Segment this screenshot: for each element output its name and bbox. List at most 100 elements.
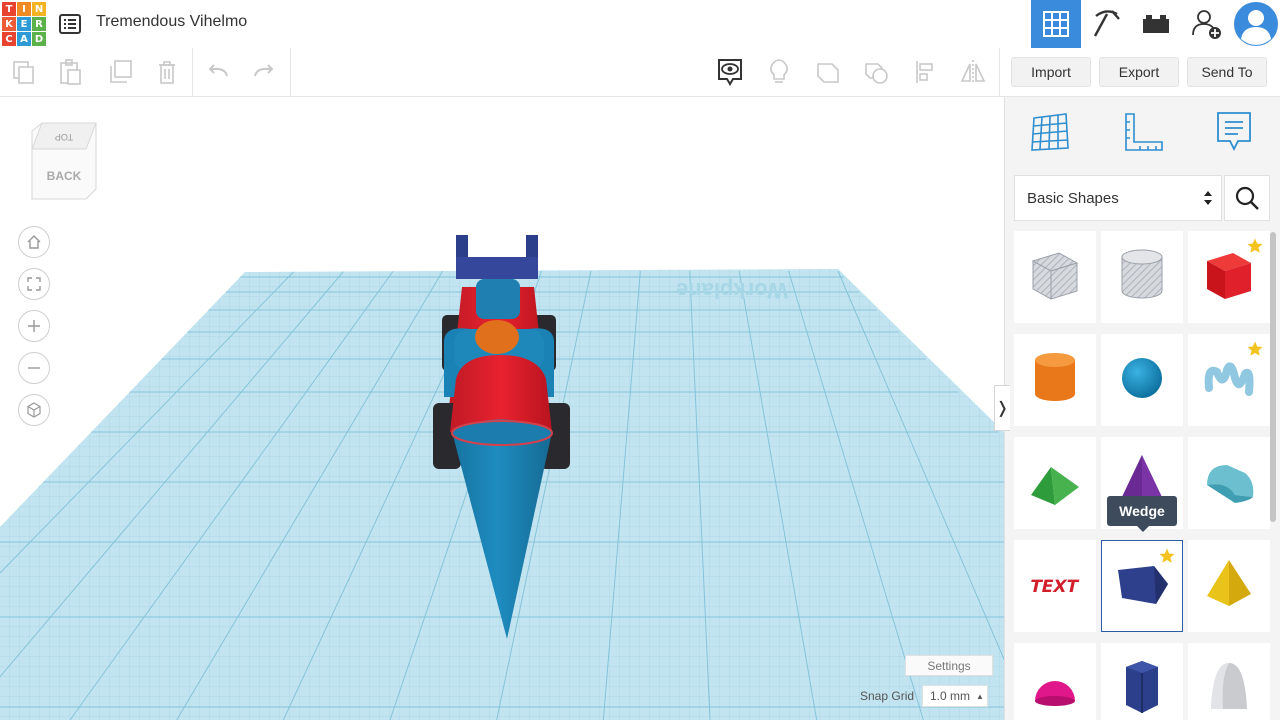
workplane-icon <box>1031 113 1069 151</box>
shape-tile-paraboloid[interactable] <box>1188 643 1270 720</box>
shape-search-button[interactable] <box>1224 175 1270 221</box>
round-roof-icon <box>1199 451 1259 516</box>
delete-button[interactable] <box>151 56 183 88</box>
edit-toolbar: Import Export Send To <box>0 48 1280 97</box>
project-title[interactable]: Tremendous Vihelmo <box>96 13 247 31</box>
zoom-in-button[interactable] <box>18 310 50 342</box>
favorite-star-icon[interactable] <box>1158 547 1176 565</box>
shapes-panel: Basic Shapes TEXT <box>1004 97 1280 720</box>
shape-tile-box[interactable] <box>1188 231 1270 323</box>
shape-tile-polygon[interactable] <box>1101 643 1183 720</box>
cylinder-hole-icon <box>1112 245 1172 310</box>
shape-tile-text[interactable]: TEXT <box>1014 540 1096 632</box>
logo-letter: E <box>17 17 31 31</box>
notes-tool-button[interactable] <box>1209 107 1259 157</box>
shape-tile-scribble[interactable] <box>1188 334 1270 426</box>
updown-caret-icon <box>1204 191 1212 205</box>
shape-tile-pyramid[interactable] <box>1188 540 1270 632</box>
caret-up-icon: ▲ <box>976 691 984 701</box>
copy-button[interactable] <box>8 56 40 88</box>
copy-icon <box>13 61 34 84</box>
shape-tile-box-hole[interactable] <box>1014 231 1096 323</box>
half-sphere-icon <box>1025 657 1085 720</box>
note-icon <box>1217 112 1251 152</box>
notes-visibility-button[interactable] <box>714 56 746 88</box>
sphere-icon <box>1112 348 1172 413</box>
invite-people-button[interactable] <box>1181 0 1231 48</box>
3d-viewport[interactable]: Workplane TOP BACK Settings Snap Grid 1.… <box>0 97 1004 720</box>
ruler-icon <box>1125 113 1163 151</box>
shape-tile-half-sphere[interactable] <box>1014 643 1096 720</box>
add-person-icon <box>1192 10 1221 39</box>
workplane-tool-button[interactable] <box>1025 107 1075 157</box>
import-button[interactable]: Import <box>1011 57 1091 87</box>
eye-bubble-icon <box>718 59 742 86</box>
settings-button[interactable]: Settings <box>905 655 993 676</box>
fit-icon <box>27 277 41 291</box>
plus-icon <box>28 320 40 332</box>
lightbulb-icon <box>770 59 788 83</box>
bricks-icon <box>1143 15 1169 33</box>
tinkercad-logo[interactable]: TIN KER CAD <box>2 2 46 46</box>
panel-scrollbar[interactable] <box>1270 232 1276 522</box>
redo-icon <box>254 64 274 77</box>
roof-icon <box>1025 451 1085 516</box>
cube-outline-icon <box>27 402 41 418</box>
view-cube-face-label: BACK <box>47 169 82 183</box>
mirror-button[interactable] <box>957 56 989 88</box>
shape-tile-round-roof[interactable] <box>1188 437 1270 529</box>
user-profile-button[interactable] <box>1231 0 1280 48</box>
view-cube[interactable]: TOP BACK <box>28 119 100 203</box>
design-list-icon[interactable] <box>58 12 82 36</box>
send-to-button[interactable]: Send To <box>1187 57 1267 87</box>
perspective-button[interactable] <box>18 394 50 426</box>
fit-view-button[interactable] <box>18 268 50 300</box>
shape-tile-sphere[interactable] <box>1101 334 1183 426</box>
align-button[interactable] <box>910 56 942 88</box>
logo-letter: N <box>32 2 46 16</box>
shape-category-select[interactable]: Basic Shapes <box>1014 175 1222 221</box>
3d-design-button[interactable] <box>1031 0 1081 48</box>
home-view-button[interactable] <box>18 226 50 258</box>
logo-letter: K <box>2 17 16 31</box>
duplicate-button[interactable] <box>104 56 136 88</box>
view-cube-top-label: TOP <box>55 132 73 142</box>
text-icon: TEXT <box>1025 554 1085 619</box>
undo-button[interactable] <box>202 56 234 88</box>
avatar-icon <box>1234 2 1278 46</box>
paste-button[interactable] <box>54 56 86 88</box>
minus-icon <box>28 367 40 369</box>
shape-tile-roof[interactable] <box>1014 437 1096 529</box>
export-button[interactable]: Export <box>1099 57 1179 87</box>
snap-grid-select[interactable]: 1.0 mm ▲ <box>922 685 988 707</box>
logo-letter: C <box>2 32 16 46</box>
logo-letter: A <box>17 32 31 46</box>
zoom-out-button[interactable] <box>18 352 50 384</box>
undo-icon <box>208 64 228 77</box>
favorite-star-icon[interactable] <box>1246 237 1264 255</box>
redo-button[interactable] <box>248 56 280 88</box>
workplane-scene[interactable]: Workplane <box>0 97 1004 720</box>
note-light-button[interactable] <box>763 56 795 88</box>
svg-text:TEXT: TEXT <box>1028 577 1080 597</box>
shape-tile-wedge[interactable] <box>1101 540 1183 632</box>
box-hole-icon <box>1025 245 1085 310</box>
ruler-tool-button[interactable] <box>1117 107 1167 157</box>
collapse-panel-button[interactable]: ❭ <box>994 385 1010 431</box>
workplane-watermark: Workplane <box>676 278 788 303</box>
snap-grid-value: 1.0 mm <box>930 689 971 703</box>
codeblocks-button[interactable] <box>1081 0 1131 48</box>
group-icon <box>817 63 839 83</box>
shape-tile-cylinder-hole[interactable] <box>1101 231 1183 323</box>
group-button[interactable] <box>812 56 844 88</box>
favorite-star-icon[interactable] <box>1246 340 1264 358</box>
lego-bricks-button[interactable] <box>1131 0 1181 48</box>
ungroup-button[interactable] <box>860 56 892 88</box>
snap-grid-label: Snap Grid <box>860 689 915 703</box>
app-header: TIN KER CAD Tremendous Vihelmo <box>0 0 1280 49</box>
pyramid-icon <box>1199 554 1259 619</box>
shape-tile-cylinder[interactable] <box>1014 334 1096 426</box>
search-icon <box>1235 186 1259 210</box>
cylinder-icon <box>1025 348 1085 413</box>
paraboloid-icon <box>1199 657 1259 720</box>
